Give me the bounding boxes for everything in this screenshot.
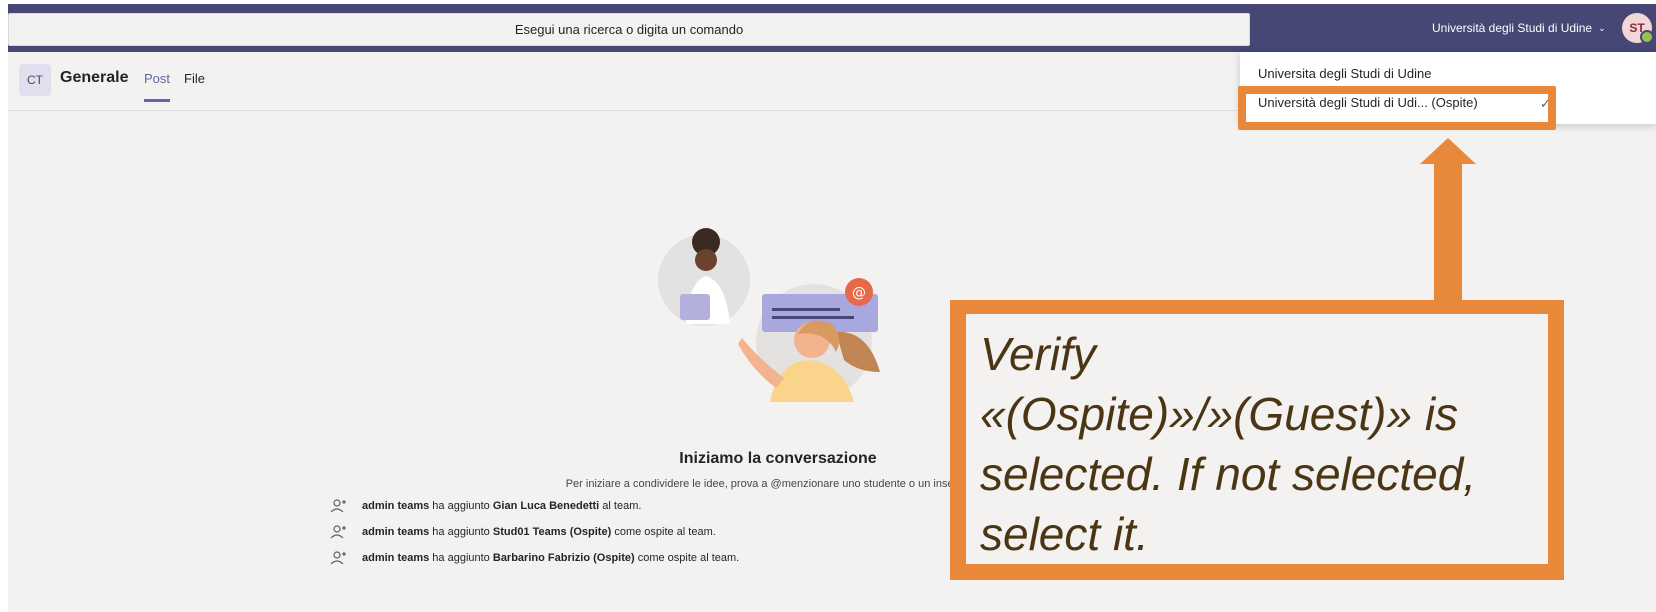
add-user-icon bbox=[330, 499, 346, 513]
activity-item: admin teams ha aggiunto Stud01 Teams (Os… bbox=[330, 524, 716, 540]
avatar[interactable]: ST bbox=[1622, 13, 1654, 44]
tab-file[interactable]: File bbox=[184, 71, 205, 86]
search-input[interactable]: Esegui una ricerca o digita un comando bbox=[8, 13, 1250, 46]
org-switcher-label: Università degli Studi di Udine bbox=[1432, 21, 1593, 35]
add-user-icon bbox=[330, 551, 346, 565]
add-user-icon bbox=[330, 525, 346, 539]
tab-post[interactable]: Post bbox=[144, 71, 171, 102]
chevron-down-icon: ⌄ bbox=[1598, 22, 1606, 33]
activity-item: admin teams ha aggiunto Barbarino Fabriz… bbox=[330, 550, 739, 566]
presence-icon bbox=[1640, 30, 1654, 44]
annotation-text: Verify «(Ospite)»/»(Guest)» is selected.… bbox=[966, 314, 1548, 564]
org-option-udine[interactable]: Universita degli Studi di Udine bbox=[1258, 66, 1431, 81]
top-bar: Esegui una ricerca o digita un comando U… bbox=[8, 4, 1656, 52]
highlight-box bbox=[1238, 86, 1556, 130]
svg-text:@: @ bbox=[852, 285, 866, 301]
team-badge: CT bbox=[19, 64, 51, 96]
arrow-up-icon bbox=[1420, 138, 1476, 304]
org-switcher[interactable]: Università degli Studi di Udine ⌄ bbox=[1432, 18, 1606, 38]
annotation-callout: Verify «(Ospite)»/»(Guest)» is selected.… bbox=[950, 300, 1564, 580]
channel-title: Generale bbox=[60, 69, 129, 86]
activity-item: admin teams ha aggiunto Gian Luca Benede… bbox=[330, 498, 641, 514]
conversation-illustration: @ bbox=[658, 228, 880, 402]
